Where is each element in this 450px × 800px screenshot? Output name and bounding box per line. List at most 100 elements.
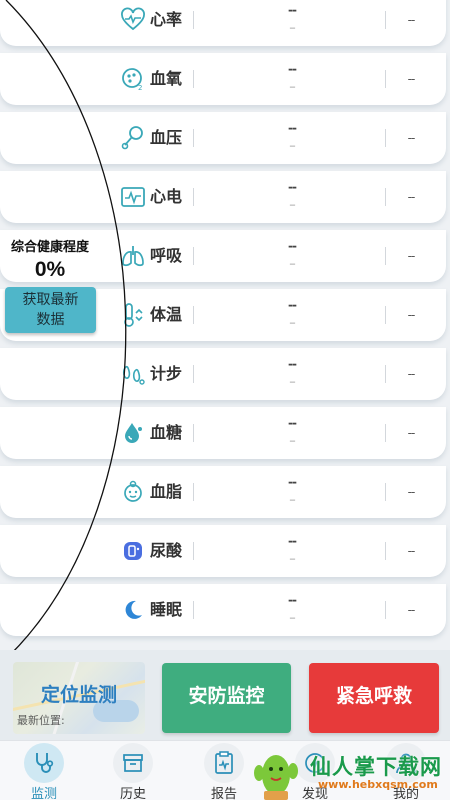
metric-label: 血氧 bbox=[150, 69, 183, 88]
blood-lipid-icon bbox=[119, 478, 147, 506]
nav-item-monitor[interactable]: 监测 bbox=[4, 741, 84, 800]
metric-value: -- bbox=[288, 239, 297, 253]
metric-row-blood-lipid[interactable] bbox=[0, 466, 446, 518]
watermark-url: www.hebxqsm.com bbox=[318, 778, 438, 791]
metric-value: -- bbox=[288, 180, 297, 194]
security-monitor-button[interactable]: 安防监控 bbox=[162, 663, 291, 733]
metric-label: 体温 bbox=[150, 305, 183, 324]
metric-value-right: -- bbox=[407, 13, 416, 27]
health-score-percent: 0% bbox=[34, 258, 66, 281]
health-score-title: 综合健康程度 bbox=[10, 240, 89, 255]
divider bbox=[193, 188, 194, 206]
moon-icon bbox=[119, 596, 147, 624]
metric-value-right: -- bbox=[407, 249, 416, 263]
blood-oxygen-icon: 2 bbox=[119, 65, 147, 93]
watermark-text: 仙人掌下载网 bbox=[310, 755, 442, 779]
metric-value-secondary: -- bbox=[289, 495, 295, 506]
metric-value-secondary: -- bbox=[289, 141, 295, 152]
metric-label: 心电 bbox=[150, 187, 183, 206]
cactus-watermark-logo bbox=[254, 755, 298, 800]
metric-value-right: -- bbox=[407, 426, 416, 440]
metric-value-secondary: -- bbox=[289, 259, 295, 270]
metric-label: 血脂 bbox=[150, 482, 183, 501]
metric-value: -- bbox=[288, 534, 297, 548]
metric-row-blood-pressure[interactable] bbox=[0, 112, 446, 164]
blood-pressure-icon bbox=[119, 124, 147, 152]
metric-value: -- bbox=[288, 121, 297, 135]
metric-value-right: -- bbox=[407, 485, 416, 499]
heart-rate-icon bbox=[119, 6, 147, 34]
nav-label: 历史 bbox=[119, 787, 146, 800]
uric-acid-icon bbox=[119, 537, 147, 565]
metric-label: 呼吸 bbox=[150, 246, 183, 265]
divider bbox=[193, 542, 194, 560]
metric-value-secondary: -- bbox=[289, 554, 295, 565]
divider bbox=[193, 70, 194, 88]
nav-label: 监测 bbox=[30, 787, 57, 800]
svg-text:2: 2 bbox=[138, 84, 142, 92]
nav-item-history[interactable]: 历史 bbox=[93, 741, 173, 800]
metric-label: 计步 bbox=[150, 364, 183, 383]
divider bbox=[193, 306, 194, 324]
divider bbox=[385, 11, 386, 29]
metric-value-secondary: -- bbox=[289, 318, 295, 329]
location-monitor-label: 定位监测 bbox=[40, 684, 117, 706]
divider bbox=[385, 365, 386, 383]
metric-value-secondary: -- bbox=[289, 82, 295, 93]
metric-value-secondary: -- bbox=[289, 377, 295, 388]
metric-row-blood-oxygen[interactable] bbox=[0, 53, 446, 105]
latest-location-label: 最新位置: bbox=[17, 714, 65, 727]
divider bbox=[193, 365, 194, 383]
metric-row-sleep[interactable] bbox=[0, 584, 446, 636]
divider bbox=[385, 601, 386, 619]
lungs-icon bbox=[119, 242, 147, 270]
divider bbox=[385, 306, 386, 324]
divider bbox=[193, 483, 194, 501]
metric-row-blood-sugar[interactable] bbox=[0, 407, 446, 459]
metric-label: 血压 bbox=[150, 128, 183, 147]
metric-value-right: -- bbox=[407, 72, 416, 86]
metric-row-uric-acid[interactable] bbox=[0, 525, 446, 577]
divider bbox=[385, 542, 386, 560]
fetch-latest-data-button[interactable]: 获取最新 数据 bbox=[5, 287, 96, 333]
footprint-icon bbox=[119, 360, 147, 388]
divider bbox=[193, 247, 194, 265]
metric-row-heart-rate[interactable] bbox=[0, 0, 446, 46]
metric-value: -- bbox=[288, 475, 297, 489]
metric-value-secondary: -- bbox=[289, 23, 295, 34]
report-icon bbox=[204, 743, 244, 783]
fetch-latest-data-label-line2: 数据 bbox=[36, 312, 65, 328]
metric-value-secondary: -- bbox=[289, 436, 295, 447]
emergency-call-button[interactable]: 紧急呼救 bbox=[309, 663, 439, 733]
metric-value-right: -- bbox=[407, 131, 416, 145]
metric-value: -- bbox=[288, 62, 297, 76]
metric-value: -- bbox=[288, 416, 297, 430]
metric-row-ecg[interactable] bbox=[0, 171, 446, 223]
metric-value: -- bbox=[288, 3, 297, 17]
fetch-latest-data-label-line1: 获取最新 bbox=[22, 292, 79, 308]
blood-drop-icon bbox=[119, 419, 147, 447]
metric-value-right: -- bbox=[407, 603, 416, 617]
divider bbox=[385, 483, 386, 501]
metric-row-steps[interactable] bbox=[0, 348, 446, 400]
metric-label: 血糖 bbox=[150, 423, 183, 442]
divider bbox=[385, 188, 386, 206]
divider bbox=[193, 424, 194, 442]
metric-value-secondary: -- bbox=[289, 613, 295, 624]
metric-value-right: -- bbox=[407, 367, 416, 381]
location-monitor-button[interactable]: 定位监测 最新位置: bbox=[13, 662, 145, 734]
metric-value-right: -- bbox=[407, 544, 416, 558]
metric-label: 睡眠 bbox=[150, 600, 183, 619]
archive-box-icon bbox=[113, 743, 153, 783]
metric-label: 尿酸 bbox=[150, 541, 183, 560]
divider bbox=[385, 247, 386, 265]
metric-value: -- bbox=[288, 593, 297, 607]
metric-value-right: -- bbox=[407, 308, 416, 322]
divider bbox=[385, 70, 386, 88]
thermometer-icon bbox=[119, 301, 147, 329]
divider bbox=[385, 424, 386, 442]
divider bbox=[193, 601, 194, 619]
metric-value-right: -- bbox=[407, 190, 416, 204]
divider bbox=[193, 11, 194, 29]
metric-value-secondary: -- bbox=[289, 200, 295, 211]
